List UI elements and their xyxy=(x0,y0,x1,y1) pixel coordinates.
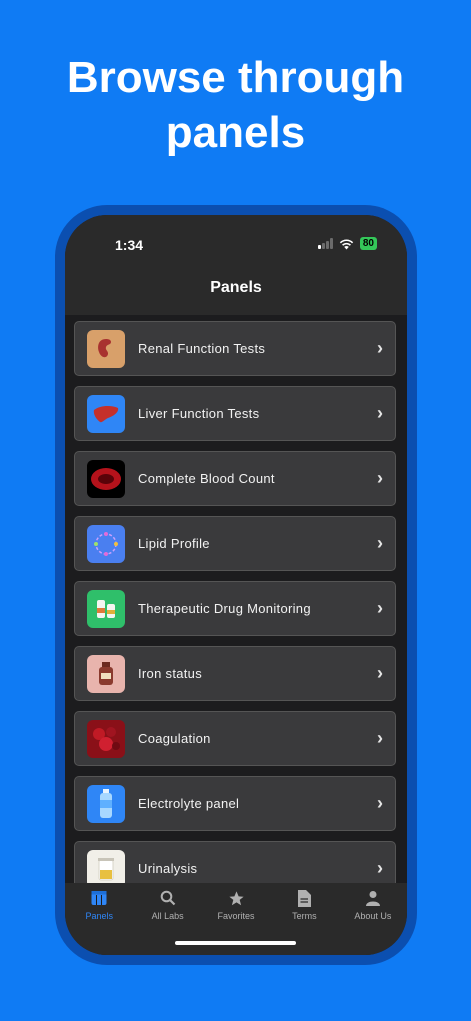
panel-row-renal[interactable]: Renal Function Tests › xyxy=(74,321,396,376)
panel-label: Iron status xyxy=(138,666,202,681)
panel-label: Electrolyte panel xyxy=(138,796,240,811)
tab-label: Terms xyxy=(292,911,317,921)
tab-bar: Panels All Labs Favorites Terms About Us xyxy=(65,883,407,955)
tab-about-us[interactable]: About Us xyxy=(339,883,407,955)
panel-label: Urinalysis xyxy=(138,861,198,876)
blood-cell-icon xyxy=(87,459,125,498)
tab-label: Favorites xyxy=(217,911,255,921)
panel-label: Renal Function Tests xyxy=(138,341,266,356)
page-title: Panels xyxy=(210,279,262,296)
panel-row-iron[interactable]: Iron status › xyxy=(74,646,396,701)
navigation-bar: Panels xyxy=(65,267,407,315)
cellular-signal-icon xyxy=(317,238,333,249)
status-bar: 1:34 80 xyxy=(65,215,407,267)
headline: Browse through panels xyxy=(0,50,471,160)
drug-vials-icon xyxy=(87,589,125,628)
search-icon xyxy=(159,889,177,907)
panel-row-electrolyte[interactable]: Electrolyte panel › xyxy=(74,776,396,831)
panel-label: Coagulation xyxy=(138,731,211,746)
phone-frame: 1:34 80 Panels Renal Function Tests › Li… xyxy=(55,205,417,965)
chevron-right-icon: › xyxy=(377,403,383,423)
battery-icon: 80 xyxy=(359,237,377,250)
panel-label: Therapeutic Drug Monitoring xyxy=(138,601,311,616)
status-time: 1:34 xyxy=(115,237,144,253)
panel-label: Complete Blood Count xyxy=(138,471,275,486)
home-indicator[interactable] xyxy=(175,941,296,945)
headline-line-1: Browse through xyxy=(66,53,405,102)
chevron-right-icon: › xyxy=(377,728,383,748)
tab-panels[interactable]: Panels xyxy=(65,883,133,955)
tab-label: All Labs xyxy=(151,911,184,921)
urine-sample-icon xyxy=(87,849,125,888)
panel-row-cbc[interactable]: Complete Blood Count › xyxy=(74,451,396,506)
tab-label: About Us xyxy=(354,911,392,921)
chevron-right-icon: › xyxy=(377,533,383,553)
iron-bottle-icon xyxy=(87,654,125,693)
document-icon xyxy=(295,889,313,907)
water-bottle-icon xyxy=(87,784,125,823)
panel-row-coagulation[interactable]: Coagulation › xyxy=(74,711,396,766)
chevron-right-icon: › xyxy=(377,598,383,618)
status-icons: 80 xyxy=(317,237,377,250)
liver-icon xyxy=(87,394,125,433)
lipid-molecule-icon xyxy=(87,524,125,563)
chevron-right-icon: › xyxy=(377,663,383,683)
wifi-icon xyxy=(339,238,354,249)
panels-icon xyxy=(90,889,108,907)
panel-row-lipid[interactable]: Lipid Profile › xyxy=(74,516,396,571)
tab-label: Panels xyxy=(85,911,113,921)
headline-line-2: panels xyxy=(165,108,306,157)
panel-row-liver[interactable]: Liver Function Tests › xyxy=(74,386,396,441)
chevron-right-icon: › xyxy=(377,468,383,488)
panel-row-tdm[interactable]: Therapeutic Drug Monitoring › xyxy=(74,581,396,636)
panel-label: Lipid Profile xyxy=(138,536,210,551)
chevron-right-icon: › xyxy=(377,793,383,813)
clot-icon xyxy=(87,719,125,758)
phone-screen: 1:34 80 Panels Renal Function Tests › Li… xyxy=(65,215,407,955)
kidney-icon xyxy=(87,329,125,368)
panel-label: Liver Function Tests xyxy=(138,406,260,421)
chevron-right-icon: › xyxy=(377,858,383,878)
person-icon xyxy=(364,889,382,907)
chevron-right-icon: › xyxy=(377,338,383,358)
star-icon xyxy=(227,889,245,907)
